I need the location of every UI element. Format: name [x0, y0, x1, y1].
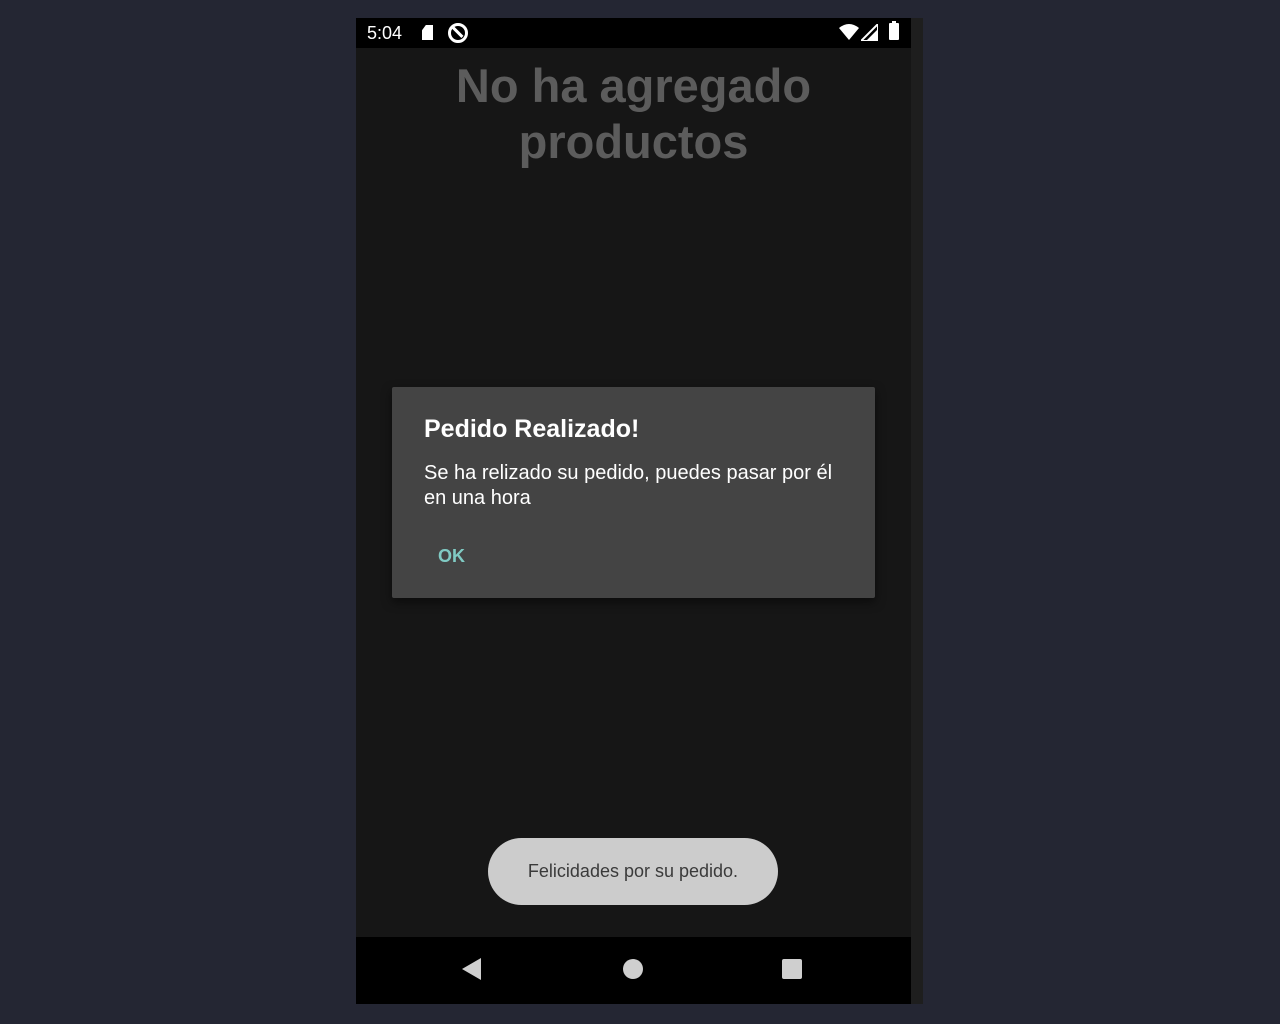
- phone-screen: 5:04 No ha agregado productos Pedido Rea…: [356, 18, 923, 1004]
- ok-button[interactable]: OK: [428, 540, 475, 573]
- phone-edge: [911, 18, 923, 1004]
- dialog-message: Se ha relizado su pedido, puedes pasar p…: [424, 462, 833, 509]
- recents-icon[interactable]: [782, 959, 802, 979]
- status-bar: 5:04: [356, 18, 911, 48]
- navigation-bar: [356, 937, 911, 1004]
- wifi-icon: [839, 24, 859, 40]
- toast-message: Felicidades por su pedido.: [488, 838, 778, 905]
- order-dialog: Pedido Realizado! Se ha relizado su pedi…: [392, 387, 875, 598]
- dialog-title: Pedido Realizado!: [424, 415, 640, 443]
- back-icon[interactable]: [462, 958, 481, 980]
- sd-card-icon: [422, 25, 433, 40]
- sync-ring-icon: [448, 23, 468, 43]
- empty-cart-message: No ha agregado productos: [455, 59, 812, 168]
- home-icon[interactable]: [623, 959, 643, 979]
- battery-icon: [889, 21, 899, 40]
- status-time: 5:04: [367, 23, 403, 43]
- cell-signal-icon: [861, 24, 878, 41]
